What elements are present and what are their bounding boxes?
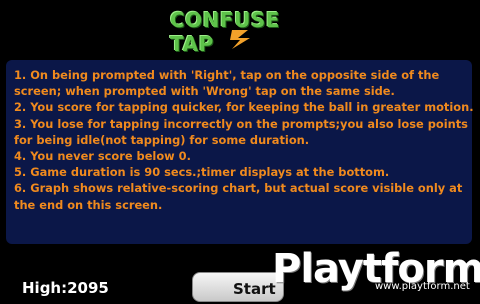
rule-item-4: 4. You never score below 0. bbox=[14, 149, 191, 164]
watermark-url: www.playtform.net bbox=[375, 281, 470, 292]
rules-list: 1. On being prompted with 'Right', tap o… bbox=[14, 67, 474, 213]
rule-item-6: 6. Graph shows relative-scoring chart, b… bbox=[14, 181, 463, 212]
rule-item-5: 5. Game duration is 90 secs.;timer displ… bbox=[14, 165, 390, 180]
start-button[interactable]: Start bbox=[192, 272, 284, 302]
lightning-bolt-icon bbox=[230, 30, 250, 49]
rule-item-3: 3. You lose for tapping incorrectly on t… bbox=[14, 116, 468, 147]
game-logo: CONFUSE TAP bbox=[170, 6, 310, 56]
high-score: High:2095 bbox=[22, 279, 109, 297]
rule-item-1: 1. On being prompted with 'Right', tap o… bbox=[14, 68, 440, 99]
rule-item-2: 2. You score for tapping quicker, for ke… bbox=[14, 100, 474, 115]
